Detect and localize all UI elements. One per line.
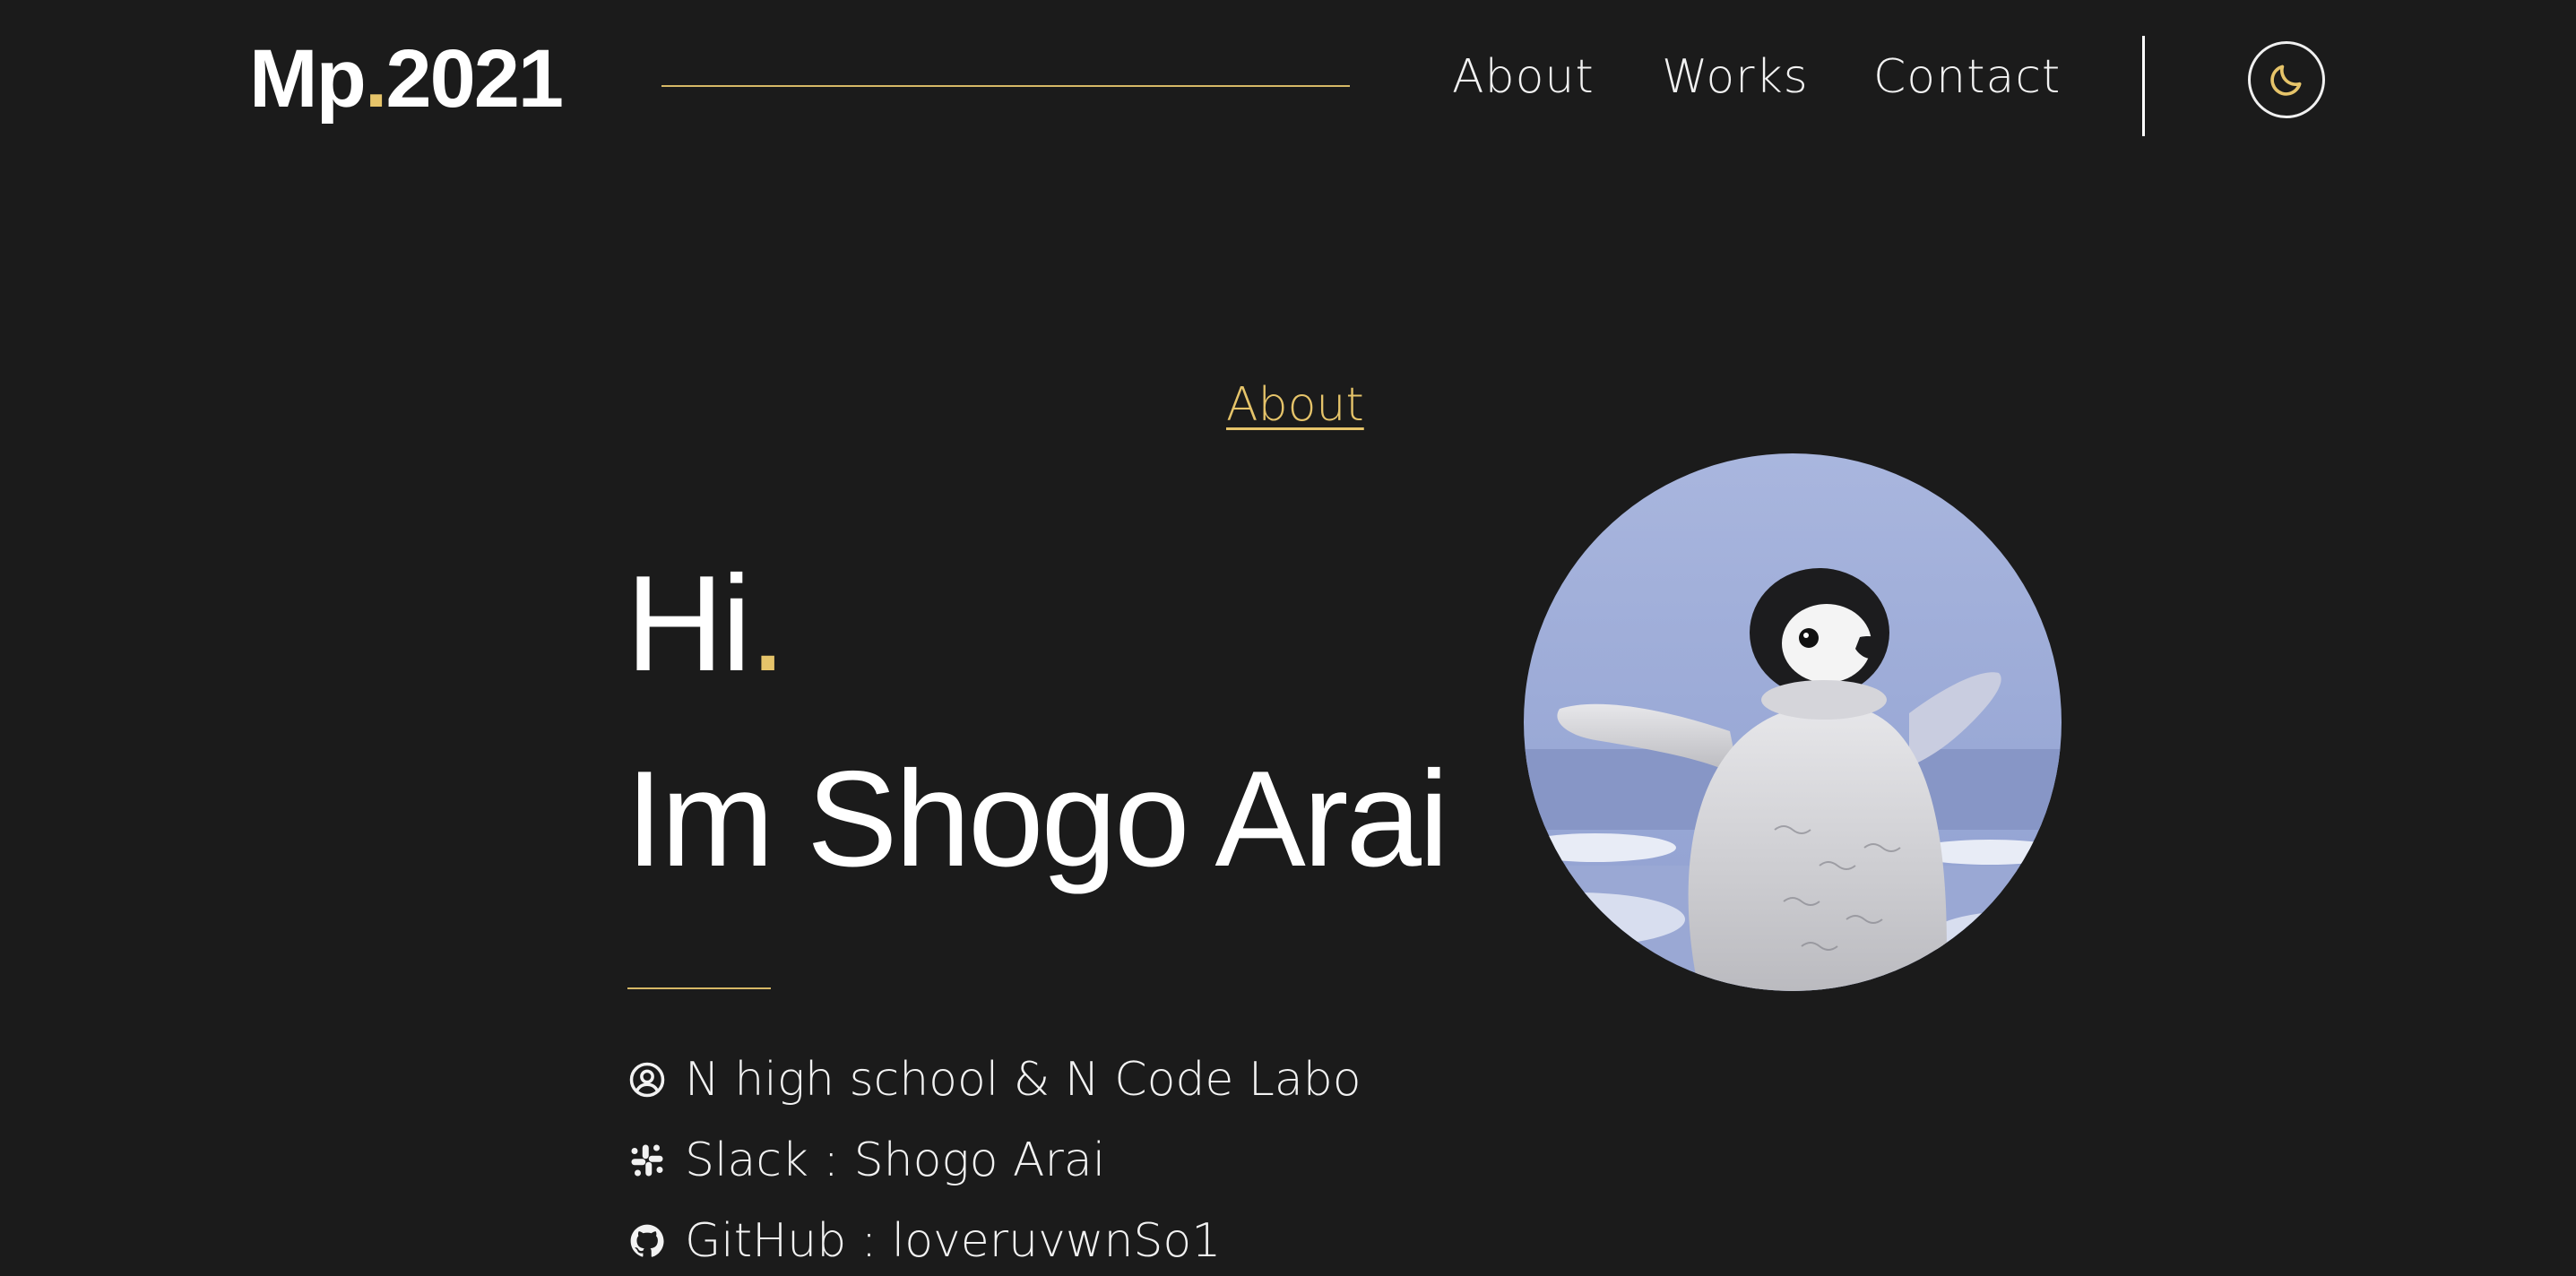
info-item-slack: Slack : Shogo Arai (627, 1120, 1361, 1201)
profile-avatar (1524, 453, 2062, 991)
moon-icon (2270, 65, 2302, 96)
info-item-github[interactable]: GitHub : loveruvwnSo1 (627, 1201, 1361, 1276)
site-logo[interactable]: Mp.2021 (249, 38, 564, 120)
theme-toggle-button[interactable] (2248, 41, 2325, 118)
name-heading: Im Shogo Arai (626, 743, 1449, 895)
info-item-affiliation: N high school & N Code Labo (627, 1039, 1361, 1120)
penguin-avatar (1524, 453, 2062, 991)
greeting-heading: Hi. (626, 556, 787, 692)
header-divider-line (661, 85, 1350, 87)
nav-vertical-divider (2142, 36, 2145, 136)
greeting-dot: . (748, 547, 787, 700)
info-text-github: GitHub : loveruvwnSo1 (685, 1214, 1222, 1268)
nav-link-about[interactable]: About (1452, 54, 1595, 100)
slack-icon (627, 1141, 667, 1180)
logo-main: Mp (249, 33, 367, 125)
page: Mp.2021 About Works Contact About Hi. Im… (0, 0, 2576, 1276)
github-icon (627, 1221, 667, 1261)
logo-year: 2021 (385, 33, 564, 125)
nav-link-works[interactable]: Works (1662, 54, 1809, 100)
section-heading-about[interactable]: About (1226, 382, 1364, 428)
logo-dot: . (364, 33, 388, 125)
info-text-affiliation: N high school & N Code Labo (685, 1053, 1361, 1107)
nav-link-contact[interactable]: Contact (1873, 54, 2061, 100)
greeting-text: Hi (626, 547, 752, 700)
accent-rule (627, 987, 771, 989)
info-text-slack: Slack : Shogo Arai (685, 1134, 1106, 1187)
profile-info-list: N high school & N Code Labo Slack : Shog… (627, 1039, 1361, 1276)
user-circle-icon (627, 1060, 667, 1099)
